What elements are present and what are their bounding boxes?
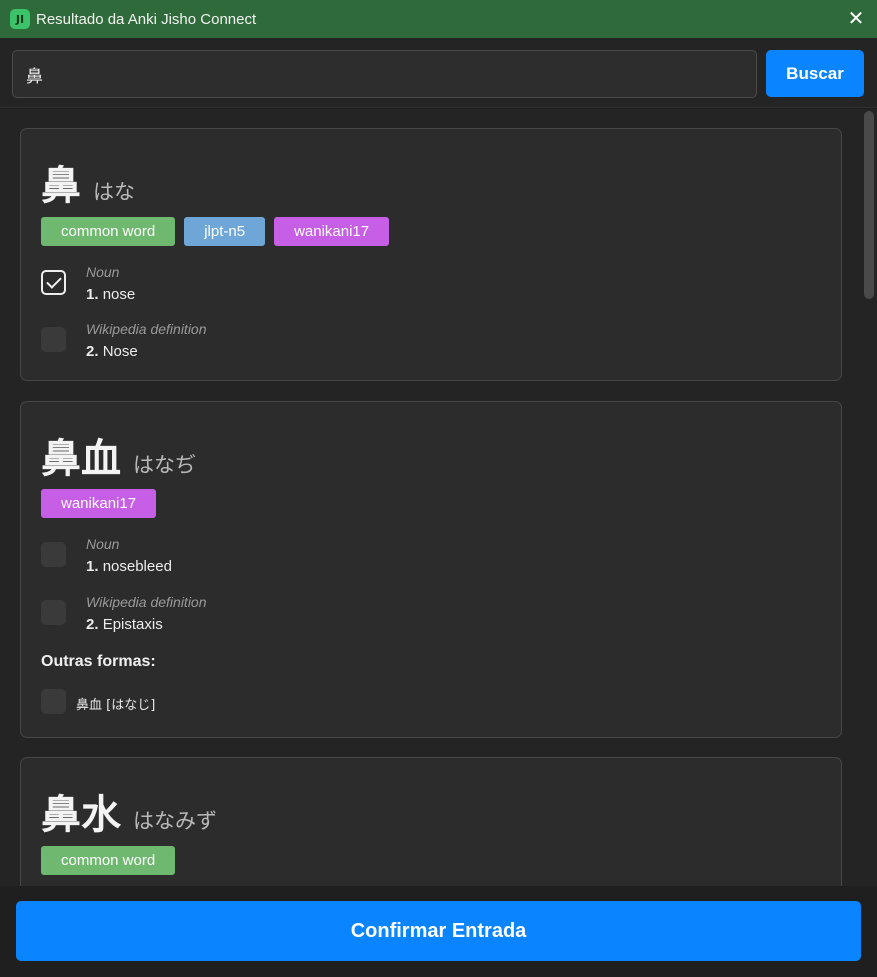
sense-item: Noun 1. nose (41, 264, 801, 308)
sense-definition: 1. nose (86, 286, 135, 303)
sense-text: nosebleed (102, 558, 172, 575)
confirm-entry-button[interactable]: Confirmar Entrada (16, 901, 861, 961)
result-card: 鼻 はな common word jlpt-n5 wanikani17 Noun… (20, 128, 842, 381)
sense-item: Wikipedia definition 2. Nose (41, 321, 801, 365)
sense-item: Wikipedia definition 2. Epistaxis (41, 594, 801, 638)
part-of-speech: Wikipedia definition (86, 594, 207, 610)
close-icon: ✕ (847, 8, 865, 30)
part-of-speech: Wikipedia definition (86, 321, 207, 337)
sense-number: 2. (86, 616, 99, 633)
result-card: 鼻血 はなぢ wanikani17 Noun 1. nosebleed Wiki… (20, 401, 842, 738)
scrollbar[interactable] (861, 109, 877, 886)
sense-checkbox[interactable] (41, 270, 66, 295)
sense-definition: 2. Nose (86, 343, 138, 360)
sense-number: 1. (86, 286, 99, 303)
part-of-speech: Noun (86, 536, 120, 552)
sense-checkbox[interactable] (41, 542, 66, 567)
tag-list: wanikani17 (41, 489, 157, 518)
other-form-text: 鼻血 [はなじ] (76, 698, 156, 713)
sense-checkbox[interactable] (41, 600, 66, 625)
close-button[interactable]: ✕ (845, 8, 867, 30)
scrollbar-thumb[interactable] (864, 111, 874, 299)
word-kanji: 鼻水 (41, 792, 121, 838)
sense-definition: 1. nosebleed (86, 558, 172, 575)
word-heading: 鼻水 はなみず (41, 782, 217, 840)
title-bar: JI Resultado da Anki Jisho Connect ✕ (0, 0, 877, 38)
tag-wanikani: wanikani17 (274, 217, 390, 246)
tag-common-word: common word (41, 846, 176, 875)
word-kanji: 鼻血 (41, 436, 121, 482)
window-title: Resultado da Anki Jisho Connect (36, 11, 257, 28)
footer: Confirmar Entrada (0, 886, 877, 977)
sense-text: Nose (102, 343, 138, 360)
word-reading: はな (93, 180, 135, 204)
tag-list: common word jlpt-n5 wanikani17 (41, 217, 390, 246)
word-kanji: 鼻 (41, 163, 81, 209)
tag-wanikani: wanikani17 (41, 489, 157, 518)
search-input[interactable] (12, 50, 757, 98)
sense-checkbox[interactable] (41, 327, 66, 352)
other-form-checkbox[interactable] (41, 689, 66, 714)
sense-number: 1. (86, 558, 99, 575)
word-heading: 鼻 はな (41, 153, 135, 211)
other-forms-heading: Outras formas: (41, 653, 156, 670)
sense-text: nose (102, 286, 136, 303)
tag-list: common word (41, 846, 176, 875)
app-logo-icon: JI (10, 9, 30, 29)
tag-common-word: common word (41, 217, 176, 246)
other-form-item: 鼻血 [はなじ] (41, 687, 441, 717)
sense-definition: 2. Epistaxis (86, 616, 163, 633)
tag-jlpt: jlpt-n5 (184, 217, 266, 246)
word-reading: はなみず (133, 809, 217, 833)
search-bar: Buscar (0, 38, 877, 108)
sense-item: Noun 1. nosebleed (41, 536, 801, 580)
results-list[interactable]: 鼻 はな common word jlpt-n5 wanikani17 Noun… (0, 109, 877, 886)
result-card: 鼻水 はなみず common word (20, 757, 842, 886)
word-reading: はなぢ (133, 453, 196, 477)
sense-text: Epistaxis (102, 616, 163, 633)
part-of-speech: Noun (86, 264, 120, 280)
word-heading: 鼻血 はなぢ (41, 426, 196, 484)
search-button[interactable]: Buscar (766, 50, 864, 97)
sense-number: 2. (86, 343, 99, 360)
